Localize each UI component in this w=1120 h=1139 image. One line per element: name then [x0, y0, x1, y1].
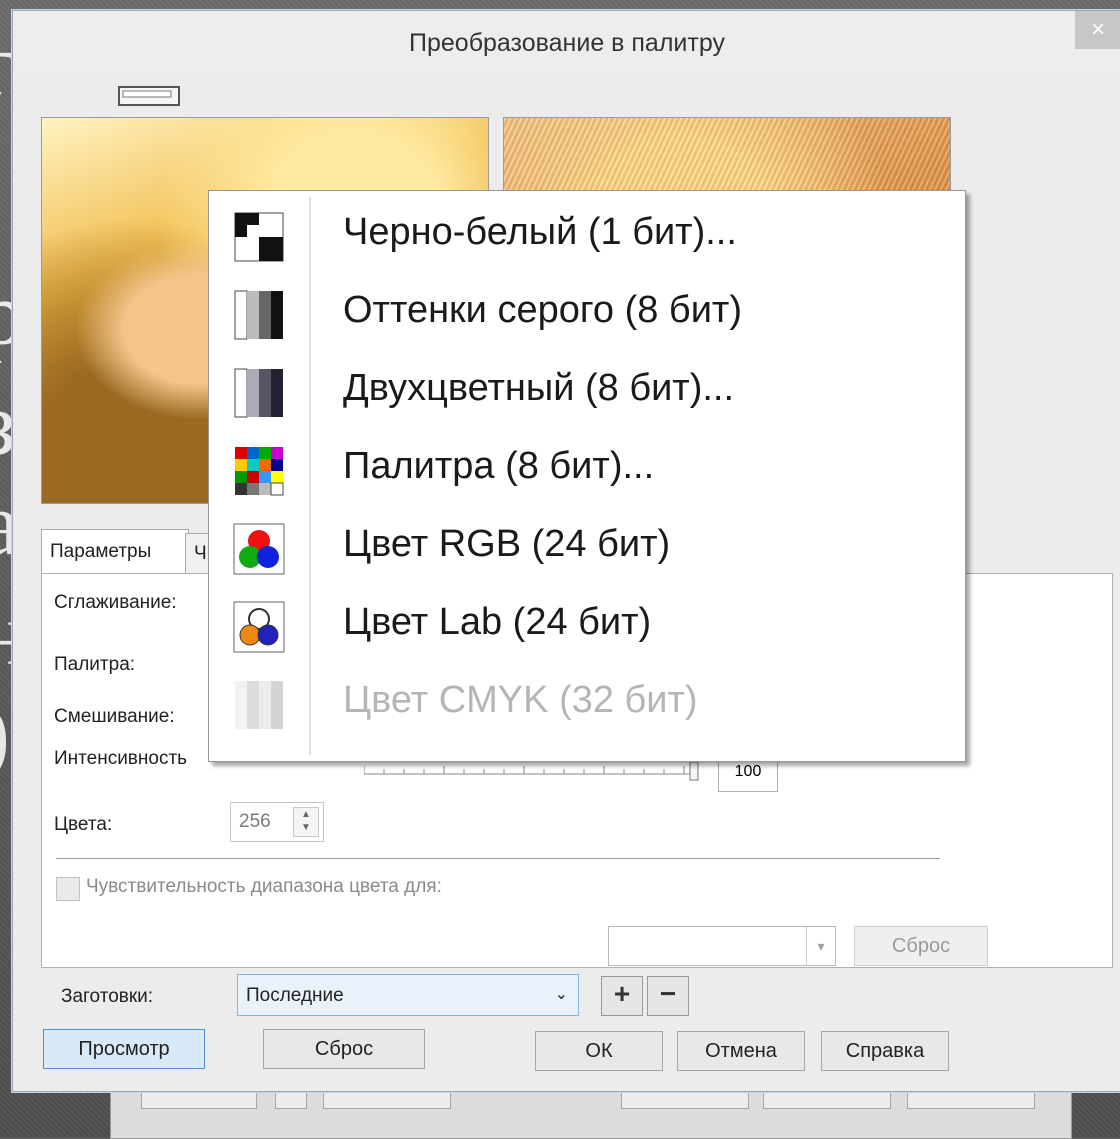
duotone-icon	[234, 368, 283, 418]
menu-item-grayscale[interactable]: Оттенки серого (8 бит)	[209, 275, 965, 353]
cancel-button[interactable]: Отмена	[677, 1031, 805, 1071]
menu-item-label: Цвет Lab (24 бит)	[343, 601, 652, 643]
colors-label: Цвета:	[54, 814, 113, 835]
menu-item-lab[interactable]: Цвет Lab (24 бит)	[209, 587, 965, 665]
menu-item-duotone[interactable]: Двухцветный (8 бит)...	[209, 353, 965, 431]
sensitivity-reset-button[interactable]: Сброс	[854, 926, 988, 966]
menu-item-label: Двухцветный (8 бит)...	[343, 367, 735, 409]
menu-item-black-white[interactable]: Черно-белый (1 бит)...	[209, 197, 965, 275]
title-bar: Преобразование в палитру ×	[13, 11, 1120, 79]
close-button[interactable]: ×	[1075, 11, 1120, 49]
menu-item-label: Черно-белый (1 бит)...	[343, 211, 737, 253]
menu-item-cmyk: Цвет CMYK (32 бит)	[209, 665, 965, 743]
remove-preset-button[interactable]: −	[647, 976, 689, 1016]
add-preset-button[interactable]: +	[601, 976, 643, 1016]
reset-button[interactable]: Сброс	[263, 1029, 425, 1069]
presets-select[interactable]: Последние ⌄	[237, 974, 579, 1016]
color-mode-menu: Черно-белый (1 бит)... Оттенки серого (8…	[208, 190, 966, 762]
palette-icon	[235, 447, 284, 496]
background-letter: )	[0, 690, 10, 780]
tab-parameters[interactable]: Параметры	[41, 529, 189, 574]
lab-icon	[233, 601, 285, 653]
smoothing-label: Сглаживание:	[54, 592, 177, 613]
palette-label: Палитра:	[54, 654, 136, 675]
spinner-arrows-icon[interactable]: ▲ ▼	[293, 807, 319, 837]
colors-spinner[interactable]: 256 ▲ ▼	[230, 802, 324, 842]
intensity-value-field[interactable]: 100	[718, 760, 778, 792]
ok-button[interactable]: ОК	[535, 1031, 663, 1071]
grayscale-icon	[234, 290, 283, 340]
preview-mode-icon[interactable]	[117, 81, 181, 109]
dialog-title: Преобразование в палитру	[409, 29, 725, 57]
black-white-icon	[234, 212, 284, 262]
divider	[56, 858, 940, 859]
menu-item-rgb[interactable]: Цвет RGB (24 бит)	[209, 509, 965, 587]
chevron-down-icon[interactable]: ▾	[806, 927, 835, 965]
menu-item-label: Палитра (8 бит)...	[343, 445, 655, 487]
menu-item-palette[interactable]: Палитра (8 бит)...	[209, 431, 965, 509]
sensitivity-checkbox[interactable]	[56, 877, 80, 901]
rgb-icon	[233, 523, 285, 575]
presets-label: Заготовки:	[61, 986, 154, 1007]
sensitivity-label: Чувствительность диапазона цвета для:	[86, 876, 442, 897]
dithering-label: Смешивание:	[54, 706, 175, 727]
chevron-down-icon[interactable]: ⌄	[555, 984, 568, 1004]
menu-item-label: Цвет CMYK (32 бит)	[343, 679, 698, 721]
menu-item-label: Цвет RGB (24 бит)	[343, 523, 671, 565]
intensity-slider[interactable]	[364, 760, 704, 784]
presets-value: Последние	[246, 985, 344, 1006]
cmyk-icon	[235, 681, 283, 729]
help-button[interactable]: Справка	[821, 1031, 949, 1071]
intensity-label: Интенсивность	[54, 748, 188, 769]
sensitivity-color-select[interactable]: ▾	[608, 926, 836, 966]
preview-button[interactable]: Просмотр	[43, 1029, 205, 1069]
colors-value: 256	[239, 811, 271, 832]
menu-item-label: Оттенки серого (8 бит)	[343, 289, 742, 331]
